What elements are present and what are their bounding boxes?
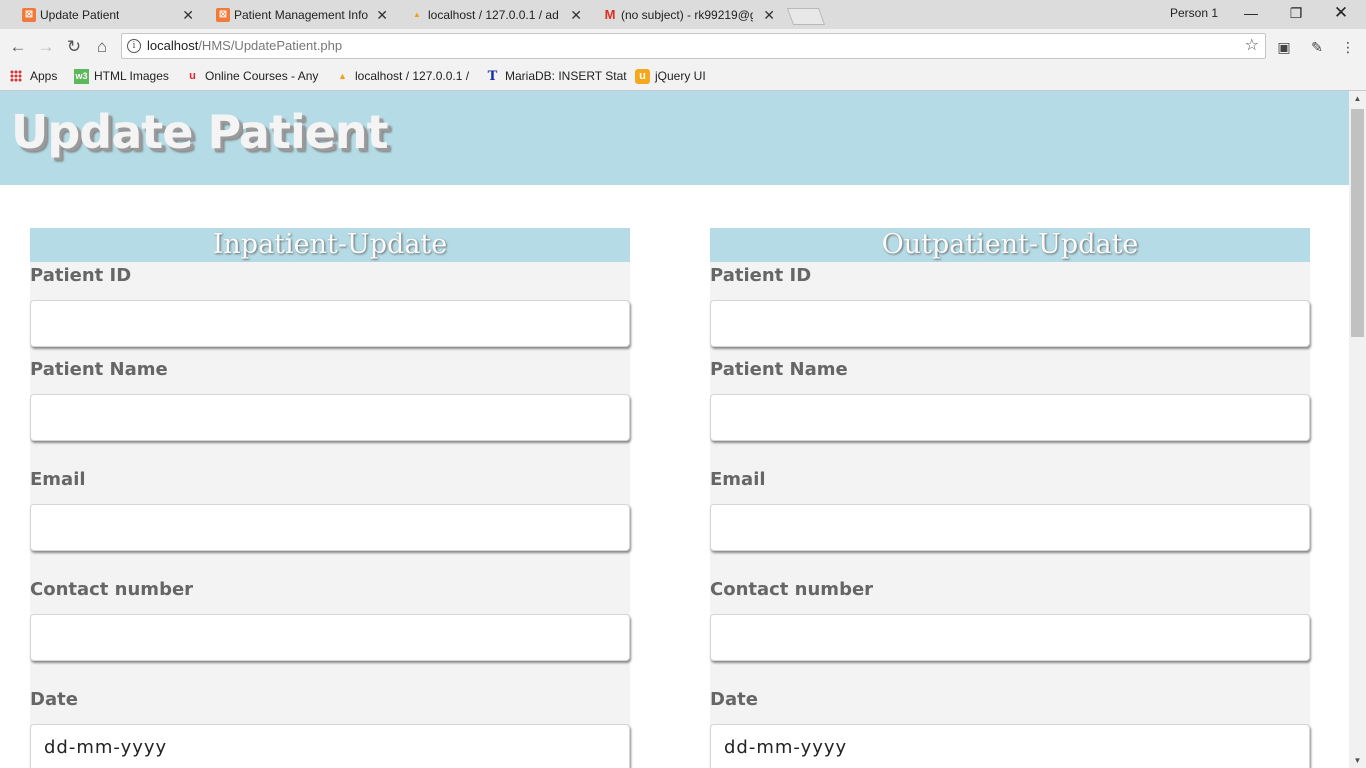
menu-icon[interactable]: ⋮	[1338, 37, 1358, 57]
address-bar[interactable]: i localhost/HMS/UpdatePatient.php ☆	[121, 33, 1266, 59]
tab-title: localhost / 127.0.0.1 / adm	[428, 8, 558, 22]
close-tab-icon[interactable]: ✕	[763, 2, 775, 28]
info-icon[interactable]: i	[127, 39, 141, 53]
color-picker-extension-icon[interactable]: ✎	[1307, 37, 1327, 57]
contact-number-label: Contact number	[30, 579, 194, 600]
mariadb-icon: T	[487, 69, 498, 84]
scroll-down-arrow-icon[interactable]: ▼	[1349, 756, 1366, 765]
tab-update-patient[interactable]: ⊠ Update Patient ✕	[16, 2, 202, 29]
bookmark-label: HTML Images	[94, 69, 169, 83]
bookmark-label: localhost / 127.0.0.1 /	[355, 69, 470, 83]
xampp-icon: ⊠	[216, 8, 230, 22]
outpatient-heading: Outpatient-Update	[710, 228, 1310, 262]
profile-button[interactable]: Person 1	[1166, 6, 1222, 20]
email-label: Email	[30, 469, 86, 490]
url-path: /HMS/UpdatePatient.php	[198, 38, 343, 53]
contact-number-label: Contact number	[710, 579, 874, 600]
phpmyadmin-icon: ▲	[338, 71, 347, 81]
bookmark-phpmyadmin[interactable]: ▲ localhost / 127.0.0.1 /	[333, 65, 493, 89]
page-header: Update Patient	[0, 91, 1349, 185]
outpatient-date-input[interactable]	[710, 724, 1310, 768]
inpatient-heading: Inpatient-Update	[30, 228, 630, 262]
outpatient-patient-name-input[interactable]	[710, 394, 1310, 441]
tab-title: Update Patient	[40, 8, 120, 22]
outpatient-update-form: Outpatient-Update Patient ID Patient Nam…	[710, 228, 1310, 768]
tab-title: Patient Management Info	[234, 8, 368, 22]
tab-gmail[interactable]: M (no subject) - rk99219@g ✕	[597, 2, 783, 29]
bookmark-label: Apps	[30, 69, 58, 83]
page-viewport: Update Patient Inpatient-Update Patient …	[0, 91, 1349, 768]
extension-icon[interactable]: ▣	[1274, 37, 1294, 57]
minimize-icon[interactable]: —	[1228, 0, 1274, 28]
phpmyadmin-icon: ▲	[413, 10, 421, 19]
patient-id-label: Patient ID	[710, 265, 812, 286]
close-window-icon[interactable]: ✕	[1318, 0, 1364, 28]
inpatient-patient-id-input[interactable]	[30, 300, 630, 347]
vertical-scrollbar[interactable]: ▲ ▼	[1349, 91, 1366, 768]
bookmark-mariadb[interactable]: T MariaDB: INSERT Stat	[483, 65, 643, 89]
forward-arrow-icon[interactable]: →	[34, 35, 58, 59]
bookmark-online-courses[interactable]: u Online Courses - Any	[183, 65, 343, 89]
reload-icon[interactable]: ↻	[62, 35, 86, 59]
restore-icon[interactable]: ❐	[1273, 0, 1319, 28]
xampp-icon: ⊠	[22, 8, 36, 22]
url-host: localhost	[147, 38, 199, 53]
outpatient-patient-id-input[interactable]	[710, 300, 1310, 347]
w3schools-icon: w3	[74, 69, 89, 84]
new-tab-button[interactable]	[786, 8, 826, 25]
bookmark-star-icon[interactable]: ☆	[1245, 34, 1259, 58]
outpatient-contact-number-input[interactable]	[710, 614, 1310, 661]
gmail-icon: M	[604, 7, 616, 22]
url-text[interactable]: localhost/HMS/UpdatePatient.php	[147, 34, 342, 58]
bookmark-label: MariaDB: INSERT Stat	[505, 69, 627, 83]
patient-id-label: Patient ID	[30, 265, 132, 286]
apps-grid-icon	[10, 70, 22, 82]
patient-name-label: Patient Name	[30, 359, 168, 380]
bookmark-html-images[interactable]: w3 HTML Images	[72, 65, 198, 89]
inpatient-email-input[interactable]	[30, 504, 630, 551]
page-title: Update Patient	[11, 105, 389, 159]
email-label: Email	[710, 469, 766, 490]
bookmark-label: jQuery UI	[655, 69, 706, 83]
date-label: Date	[30, 689, 78, 710]
browser-toolbar: ← → ↻ ⌂ i localhost/HMS/UpdatePatient.ph…	[0, 29, 1366, 65]
back-arrow-icon[interactable]: ←	[6, 35, 30, 59]
inpatient-patient-name-input[interactable]	[30, 394, 630, 441]
tab-phpmyadmin[interactable]: ▲ localhost / 127.0.0.1 / adm ✕	[404, 2, 590, 29]
scroll-up-arrow-icon[interactable]: ▲	[1349, 94, 1366, 103]
inpatient-contact-number-input[interactable]	[30, 614, 630, 661]
bookmark-label: Online Courses - Any	[205, 69, 319, 83]
close-tab-icon[interactable]: ✕	[570, 2, 582, 28]
close-tab-icon[interactable]: ✕	[182, 2, 194, 28]
home-icon[interactable]: ⌂	[90, 35, 114, 59]
jquery-ui-icon: u	[635, 69, 650, 84]
scrollbar-thumb[interactable]	[1351, 109, 1364, 337]
close-tab-icon[interactable]: ✕	[376, 2, 388, 28]
bookmark-jquery-ui[interactable]: u jQuery UI	[633, 65, 735, 89]
udemy-icon: u	[189, 70, 196, 82]
bookmarks-bar: Apps w3 HTML Images u Online Courses - A…	[0, 65, 1366, 91]
tab-patient-management[interactable]: ⊠ Patient Management Info ✕	[210, 2, 396, 29]
inpatient-update-form: Inpatient-Update Patient ID Patient Name…	[30, 228, 630, 768]
inpatient-date-input[interactable]	[30, 724, 630, 768]
date-label: Date	[710, 689, 758, 710]
patient-name-label: Patient Name	[710, 359, 848, 380]
outpatient-email-input[interactable]	[710, 504, 1310, 551]
tab-strip: ⊠ Update Patient ✕ ⊠ Patient Management …	[0, 0, 1366, 30]
tab-title: (no subject) - rk99219@g	[621, 8, 753, 22]
